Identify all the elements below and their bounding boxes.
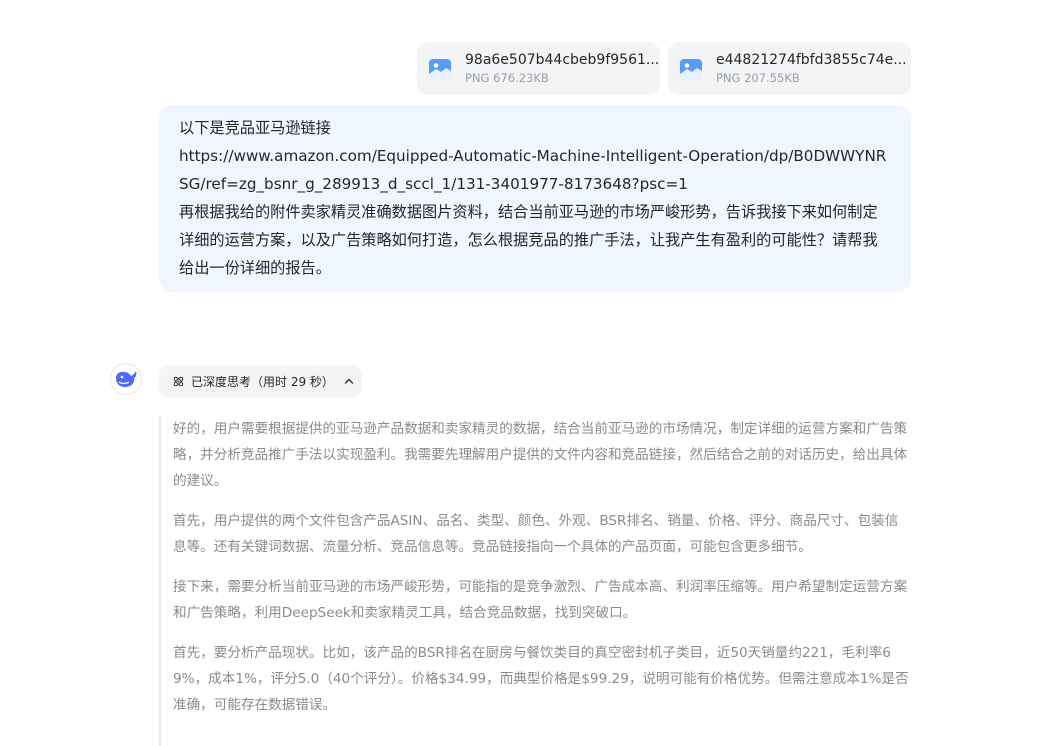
attachment-name: 98a6e507b44cbeb9f9561... [465,52,660,68]
attachment-name: e44821274fbfd3855c74e... [716,52,907,68]
deep-think-toggle[interactable]: 已深度思考（用时 29 秒） [159,365,362,397]
thinking-paragraph: 首先，要分析产品现状。比如，该产品的BSR排名在厨房与餐饮类目的真空密封机子类目… [173,645,909,713]
whale-logo-icon [116,371,137,387]
user-message-link: https://www.amazon.com/Equipped-Automati… [179,147,887,193]
thinking-paragraph: 好的，用户需要根据提供的亚马逊产品数据和卖家精灵的数据，结合当前亚马逊的市场情况… [173,421,908,489]
thinking-paragraph: 首先，用户提供的两个文件包含产品ASIN、品名、类型、颜色、外观、BSR排名、销… [173,513,899,555]
thinking-paragraph: 接下来，需要分析当前亚马逊的市场严峻形势，可能指的是竞争激烈、广告成本高、利润率… [173,579,908,621]
user-message-line: 以下是竞品亚马逊链接 [179,119,331,137]
deep-think-label: 已深度思考（用时 29 秒） [191,374,334,389]
chevron-up-icon [344,378,354,384]
user-message-line: 再根据我给的附件卖家精灵准确数据图片资料，结合当前亚马逊的市场严峻形势，告诉我接… [179,203,878,277]
attachment-size: PNG 207.55KB [716,71,800,85]
image-file-icon [429,58,451,79]
attachment-card[interactable]: e44821274fbfd3855c74e... PNG 207.55KB [668,42,911,95]
assistant-avatar [110,363,142,395]
atom-icon [173,376,184,386]
thinking-content: 好的，用户需要根据提供的亚马逊产品数据和卖家精灵的数据，结合当前亚马逊的市场情况… [159,416,911,746]
image-file-icon [680,58,702,79]
user-message-bubble: 以下是竞品亚马逊链接 https://www.amazon.com/Equipp… [159,105,911,292]
attachment-card[interactable]: 98a6e507b44cbeb9f9561... PNG 676.23KB [417,42,660,95]
attachments-row: 98a6e507b44cbeb9f9561... PNG 676.23KB e4… [417,42,911,95]
attachment-size: PNG 676.23KB [465,71,549,85]
